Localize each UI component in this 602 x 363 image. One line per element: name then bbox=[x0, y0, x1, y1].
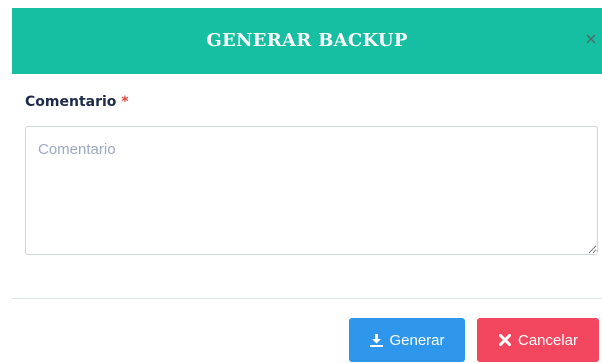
generate-button[interactable]: Generar bbox=[349, 318, 465, 362]
x-icon bbox=[498, 333, 512, 347]
cancel-button-label: Cancelar bbox=[517, 331, 579, 349]
generate-button-label: Generar bbox=[389, 331, 445, 349]
modal-title: GENERAR BACKUP bbox=[206, 30, 408, 51]
required-asterisk: * bbox=[121, 94, 129, 110]
comment-label-text: Comentario bbox=[25, 94, 117, 110]
comment-label: Comentario * bbox=[25, 94, 129, 110]
modal-header: GENERAR BACKUP × bbox=[12, 8, 602, 74]
download-icon bbox=[369, 333, 383, 347]
close-icon[interactable]: × bbox=[584, 30, 598, 48]
footer-divider bbox=[12, 298, 602, 299]
cancel-button[interactable]: Cancelar bbox=[477, 318, 599, 362]
comment-textarea[interactable] bbox=[25, 126, 598, 255]
generate-backup-modal: GENERAR BACKUP × Comentario * Generar Ca… bbox=[0, 0, 602, 363]
